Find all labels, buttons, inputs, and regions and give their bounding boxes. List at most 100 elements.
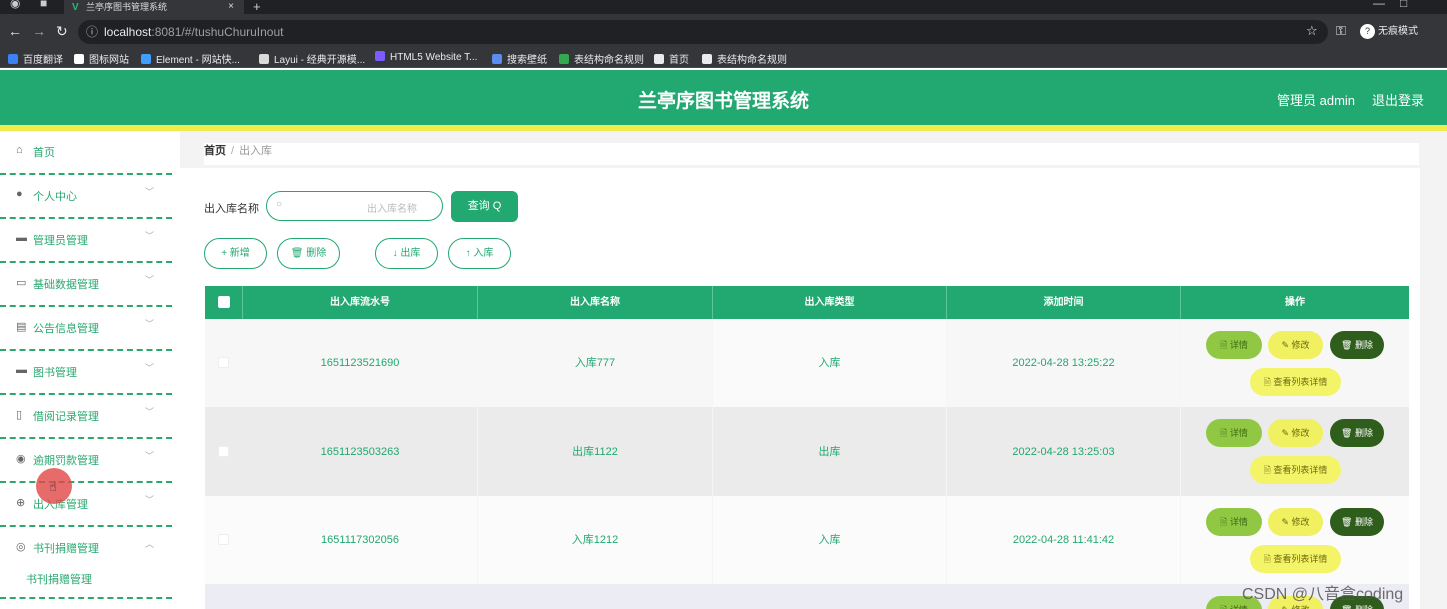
stock-out-button[interactable]: ↓ 出库 <box>375 238 438 269</box>
monitor-icon: ▬ <box>16 232 27 244</box>
delete-button[interactable]: 🗑 删除 <box>1330 331 1384 359</box>
time-cell: 2022-04-28 11:41:42 <box>947 496 1181 584</box>
table-row: 🗎 详情 ✎ 修改 🗑 删除 <box>205 584 1409 609</box>
sidebar-item-label: 首页 <box>33 147 55 159</box>
bookmark-label: 表结构命名规则 <box>574 55 644 66</box>
sidebar-item-admins[interactable]: ▬ 管理员管理 ﹀ <box>0 219 172 263</box>
tab-close-icon[interactable]: × <box>228 0 234 14</box>
sidebar-item-label: 基础数据管理 <box>33 279 99 291</box>
new-tab-icon[interactable]: + <box>253 0 261 14</box>
tab-search-icon[interactable]: ■ <box>40 0 47 10</box>
sidebar-item-profile[interactable]: ● 个人中心 ﹀ <box>0 175 172 219</box>
bookmark-label: 表结构命名规则 <box>717 55 787 66</box>
mouse-cursor-highlight: ☝ <box>36 468 72 504</box>
delete-button[interactable]: 🗑 删除 <box>1330 508 1384 536</box>
batch-delete-button[interactable]: 🗑 删除 <box>277 238 340 269</box>
bookmark-item[interactable]: 首页 <box>654 51 689 66</box>
key-icon[interactable]: ⚿ <box>1336 23 1346 39</box>
chevron-down-icon: ﹀ <box>144 363 154 373</box>
chevron-down-icon: ﹀ <box>144 495 154 505</box>
edit-button[interactable]: ✎ 修改 <box>1268 508 1323 536</box>
time-text: 2022-04-28 11:41:42 <box>1012 534 1115 546</box>
column-header[interactable]: 添加时间 <box>947 286 1181 319</box>
serial-cell: 1651123503263 <box>243 407 478 496</box>
logout-link[interactable]: 退出登录 <box>1372 90 1424 109</box>
select-all-checkbox[interactable] <box>218 296 230 308</box>
view-list-detail-button[interactable]: 🗎 查看列表详情 <box>1250 456 1341 484</box>
search-input[interactable]: ○ 出入库名称 <box>266 191 443 221</box>
chevron-down-icon: ﹀ <box>144 187 154 197</box>
query-button[interactable]: 查询 Q <box>451 191 518 222</box>
bookmark-item[interactable]: 百度翻译 <box>8 51 63 66</box>
row-checkbox[interactable] <box>218 446 229 457</box>
chevron-down-icon: ﹀ <box>144 231 154 241</box>
column-header: 操作 <box>1285 297 1305 308</box>
time-cell: 2022-04-28 13:25:03 <box>947 407 1181 496</box>
user-icon: ● <box>16 188 23 200</box>
bookmark-item[interactable]: 表结构命名规则 <box>702 51 787 66</box>
bookmark-label: Element - 网站快... <box>156 55 240 66</box>
app-header: 兰亭序图书管理系统 管理员 admin 退出登录 <box>0 70 1447 125</box>
sidebar-item-home[interactable]: ⌂ 首页 <box>0 131 172 175</box>
detail-button[interactable]: 🗎 详情 <box>1206 419 1262 447</box>
edit-button[interactable]: ✎ 修改 <box>1268 331 1323 359</box>
detail-button[interactable]: 🗎 详情 <box>1206 331 1262 359</box>
bookmark-label: 百度翻译 <box>23 55 63 66</box>
bookmark-label: Layui - 经典开源模... <box>274 55 366 66</box>
stock-in-button[interactable]: ↑ 入库 <box>448 238 511 269</box>
reload-icon[interactable]: ↻ <box>56 22 68 40</box>
bookmark-item[interactable]: HTML5 Website T... <box>375 51 477 63</box>
hand-cursor-icon: ☝ <box>49 479 57 494</box>
sidebar-item-inventory[interactable]: ⊕ 出入库管理 ﹀ <box>0 483 172 527</box>
search-placeholder: 出入库名称 <box>367 204 417 215</box>
view-list-detail-button[interactable]: 🗎 查看列表详情 <box>1250 368 1341 396</box>
browser-tab[interactable]: V 兰亭序图书管理系统 × <box>64 0 244 14</box>
search-icon: ○ <box>276 199 283 210</box>
delete-button[interactable]: 🗑 删除 <box>1330 419 1384 447</box>
detail-button[interactable]: 🗎 详情 <box>1206 508 1262 536</box>
column-header[interactable]: 出入库流水号 <box>243 286 478 319</box>
forward-icon[interactable]: → <box>32 22 46 40</box>
view-list-detail-button[interactable]: 🗎 查看列表详情 <box>1250 545 1341 573</box>
sidebar-item-donations[interactable]: ◎ 书刊捐赠管理 ︿ <box>0 527 172 571</box>
bookmark-favicon-icon <box>8 54 18 64</box>
edit-button[interactable]: ✎ 修改 <box>1268 419 1323 447</box>
maximize-icon[interactable]: □ <box>1400 0 1407 10</box>
back-icon[interactable]: ← <box>8 22 22 40</box>
row-checkbox[interactable] <box>218 534 229 545</box>
sidebar-item-overdue-fines[interactable]: ◉ 逾期罚款管理 ﹀ <box>0 439 172 483</box>
url-path: :8081/#/tushuChuruInout <box>151 25 284 39</box>
sidebar-item-borrow-records[interactable]: ▯ 借阅记录管理 ﹀ <box>0 395 172 439</box>
bookmark-item[interactable]: Layui - 经典开源模... <box>259 51 365 66</box>
bookmark-favicon-icon <box>259 54 269 64</box>
type-text: 出库 <box>818 445 841 458</box>
type-cell: 入库 <box>713 319 947 407</box>
bookmark-item[interactable]: 表结构命名规则 <box>559 51 644 66</box>
sidebar-item-notices[interactable]: ▤ 公告信息管理 ﹀ <box>0 307 172 351</box>
table-row: 1651123503263 出库1122 出库 2022-04-28 13:25… <box>205 407 1409 496</box>
sidebar-item-label: 逾期罚款管理 <box>33 455 99 467</box>
sidebar-item-base-data[interactable]: ▭ 基础数据管理 ﹀ <box>0 263 172 307</box>
vue-favicon-icon: V <box>72 2 79 13</box>
incognito-profile[interactable]: ? 无痕模式 <box>1360 22 1418 39</box>
bookmark-item[interactable]: Element - 网站快... <box>141 51 240 66</box>
serial-text: 1651123503263 <box>320 445 400 458</box>
minimize-icon[interactable]: — <box>1373 0 1385 10</box>
sidebar-item-books[interactable]: ▬ 图书管理 ﹀ <box>0 351 172 395</box>
chrome-menu-icon[interactable]: ◉ <box>10 0 20 10</box>
column-header[interactable]: 出入库名称 <box>478 286 713 319</box>
sidebar-subitem-donations[interactable]: 书刊捐赠管理 <box>26 571 92 587</box>
breadcrumb-home[interactable]: 首页 <box>204 145 226 157</box>
bookmark-item[interactable]: 搜索壁纸 <box>492 51 547 66</box>
bookmark-star-icon[interactable]: ☆ <box>1306 23 1318 39</box>
row-checkbox[interactable] <box>218 357 229 368</box>
column-header[interactable]: 出入库类型 <box>713 286 947 319</box>
chevron-up-icon: ︿ <box>144 539 154 549</box>
bookmark-item[interactable]: 图标网站 <box>74 51 129 66</box>
select-all-cell <box>205 286 243 319</box>
type-cell: 出库 <box>713 407 947 496</box>
add-button[interactable]: + 新增 <box>204 238 267 269</box>
site-info-icon[interactable]: ⓘ <box>86 20 98 44</box>
address-bar[interactable]: ⓘ localhost:8081/#/tushuChuruInout <box>78 20 1328 44</box>
chevron-down-icon: ﹀ <box>144 319 154 329</box>
